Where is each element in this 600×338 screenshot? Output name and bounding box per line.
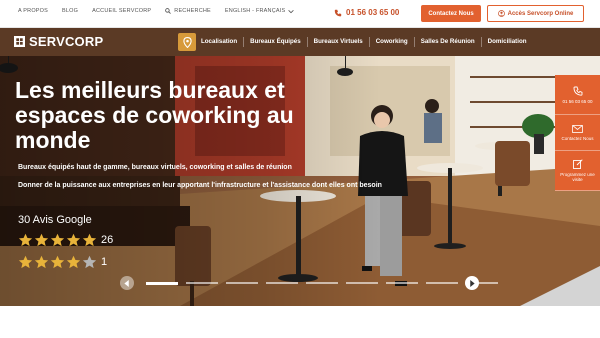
home-link[interactable]: ACCUEIL SERVCORP bbox=[92, 8, 151, 14]
chevron-left-icon bbox=[124, 279, 129, 287]
nav-item-domiciliation[interactable]: Domiciliation bbox=[480, 37, 533, 47]
rating-count: 1 bbox=[101, 256, 108, 268]
top-links: A PROPOS BLOG ACCUEIL SERVCORP RECHERCHE… bbox=[18, 8, 295, 14]
chevron-right-icon bbox=[470, 279, 475, 287]
star-filled-icon bbox=[34, 255, 49, 269]
carousel-dot[interactable] bbox=[226, 282, 258, 284]
carousel-dot[interactable] bbox=[146, 282, 178, 285]
star-filled-icon bbox=[82, 233, 97, 247]
carousel-dot[interactable] bbox=[426, 282, 458, 284]
nav-menu: Localisation Bureaux Équipés Bureaux Vir… bbox=[178, 31, 533, 53]
servcorp-online-button[interactable]: Accès Servcorp Online bbox=[487, 5, 584, 22]
nav-item-bureaux-equipes[interactable]: Bureaux Équipés bbox=[243, 37, 307, 47]
star-empty-icon bbox=[82, 255, 97, 269]
search-icon bbox=[165, 8, 172, 14]
star-filled-icon bbox=[34, 233, 49, 247]
google-reviews-title: 30 Avis Google bbox=[18, 214, 92, 226]
side-visit-label: Programmez une visite bbox=[560, 172, 595, 182]
carousel-dot[interactable] bbox=[306, 282, 338, 284]
side-contact-label: Contactez Nous bbox=[561, 135, 594, 141]
servcorp-online-label: Accès Servcorp Online bbox=[507, 10, 574, 17]
carousel-dot[interactable] bbox=[346, 282, 378, 284]
star-filled-icon bbox=[66, 233, 81, 247]
nav-item-bureaux-virtuels[interactable]: Bureaux Virtuels bbox=[306, 37, 369, 47]
carousel-dot[interactable] bbox=[266, 282, 298, 284]
hero-banner: Les meilleurs bureaux et espaces de cowo… bbox=[0, 56, 600, 306]
top-phone-number: 01 56 03 65 00 bbox=[346, 8, 400, 17]
hero-subtitle: Bureaux équipés haut de gamme, bureaux v… bbox=[18, 164, 292, 171]
main-navbar: SERVCORP Localisation Bureaux Équipés Bu… bbox=[0, 28, 600, 56]
user-icon bbox=[497, 10, 505, 17]
side-phone-label: 01 56 03 65 00 bbox=[562, 98, 593, 104]
rating-count: 26 bbox=[101, 234, 114, 246]
nav-item-salles-de-reunion[interactable]: Salles De Réunion bbox=[413, 37, 481, 47]
hero-title: Les meilleurs bureaux et espaces de cowo… bbox=[15, 77, 294, 153]
hero-description: Donner de la puissance aux entreprises e… bbox=[18, 182, 382, 189]
star-filled-icon bbox=[50, 233, 65, 247]
contact-us-button[interactable]: Contactez Nous bbox=[421, 5, 481, 22]
side-visit-button[interactable]: Programmez une visite bbox=[555, 151, 600, 191]
top-utility-bar: A PROPOS BLOG ACCUEIL SERVCORP RECHERCHE… bbox=[0, 0, 600, 28]
star-filled-icon bbox=[18, 255, 33, 269]
page: A PROPOS BLOG ACCUEIL SERVCORP RECHERCHE… bbox=[0, 0, 600, 338]
star-filled-icon bbox=[18, 233, 33, 247]
carousel-dot[interactable] bbox=[386, 282, 418, 284]
star-filled-icon bbox=[66, 255, 81, 269]
side-phone-button[interactable]: 01 56 03 65 00 bbox=[555, 75, 600, 115]
rating-row-four-stars: 1 bbox=[18, 255, 107, 269]
five-star-rating bbox=[18, 233, 97, 247]
nav-item-localisation[interactable]: Localisation bbox=[201, 37, 243, 47]
servcorp-logo[interactable]: SERVCORP bbox=[14, 34, 103, 49]
star-filled-icon bbox=[50, 255, 65, 269]
rating-row-five-stars: 26 bbox=[18, 233, 113, 247]
search-link-label: RECHERCHE bbox=[174, 8, 211, 14]
servcorp-logo-icon bbox=[14, 36, 25, 47]
phone-icon bbox=[334, 9, 342, 16]
language-label: ENGLISH - FRANÇAIS bbox=[224, 8, 286, 14]
servcorp-logo-text: SERVCORP bbox=[29, 34, 104, 49]
carousel-indicators bbox=[146, 282, 498, 285]
chevron-down-icon bbox=[288, 9, 295, 13]
about-link[interactable]: A PROPOS bbox=[18, 8, 48, 14]
location-pin-icon[interactable] bbox=[178, 33, 196, 51]
language-selector[interactable]: ENGLISH - FRANÇAIS bbox=[224, 8, 295, 14]
envelope-icon bbox=[572, 124, 583, 133]
carousel-next-button[interactable] bbox=[465, 276, 479, 290]
edit-icon bbox=[572, 159, 583, 169]
carousel-dot[interactable] bbox=[186, 282, 218, 284]
four-star-rating bbox=[18, 255, 97, 269]
top-phone[interactable]: 01 56 03 65 00 bbox=[334, 8, 399, 17]
blog-link[interactable]: BLOG bbox=[62, 8, 78, 14]
floating-contact-rail: 01 56 03 65 00 Contactez Nous Programmez… bbox=[555, 75, 600, 191]
nav-item-coworking[interactable]: Coworking bbox=[368, 37, 414, 47]
search-link[interactable]: RECHERCHE bbox=[165, 8, 211, 14]
side-contact-button[interactable]: Contactez Nous bbox=[555, 115, 600, 151]
phone-icon bbox=[573, 86, 582, 96]
carousel-prev-button[interactable] bbox=[120, 276, 134, 290]
